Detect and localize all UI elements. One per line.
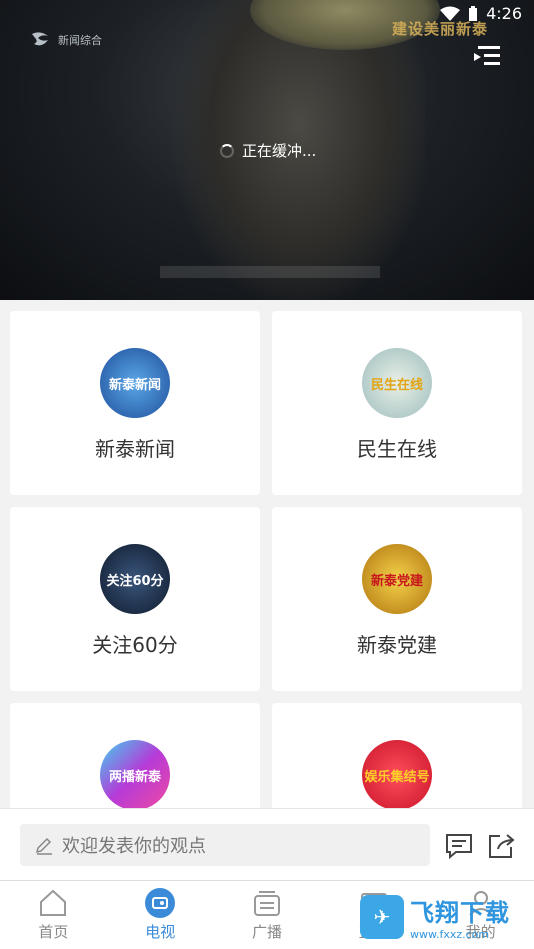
comment-icon[interactable] (444, 831, 474, 861)
channel-avatar: 两播新泰 (100, 740, 170, 808)
nav-label: 首页 (38, 923, 69, 941)
channel-card[interactable]: 娱乐集结号 (272, 703, 522, 808)
channel-card[interactable]: 民生在线 民生在线 (272, 311, 522, 495)
channel-avatar: 新泰党建 (362, 544, 432, 614)
watermark-logo-icon: ✈ (360, 895, 404, 939)
nav-tv[interactable]: 电视 (107, 881, 214, 949)
nav-home[interactable]: 首页 (0, 881, 107, 949)
channel-avatar: 民生在线 (362, 348, 432, 418)
watermark-text: 飞翔下载 www.fxxz.com (410, 899, 510, 941)
channel-avatar: 关注60分 (100, 544, 170, 614)
buffering-indicator: 正在缓冲... (220, 140, 316, 161)
channel-title: 新泰新闻 (95, 437, 175, 461)
pencil-icon (35, 837, 52, 855)
channel-card[interactable]: 关注60分 关注60分 (10, 507, 260, 691)
channel-logo: 新闻综合 (28, 28, 102, 52)
nav-radio[interactable]: 广播 (214, 881, 321, 949)
buffering-text: 正在缓冲... (242, 142, 317, 160)
radio-icon (253, 891, 280, 916)
channel-card[interactable]: 新泰党建 新泰党建 (272, 507, 522, 691)
nav-label: 广播 (251, 923, 282, 941)
channel-title: 民生在线 (357, 437, 437, 461)
home-icon (40, 889, 67, 916)
channel-grid: 新泰新闻 新泰新闻 民生在线 民生在线 关注60分 关注60分 新泰党建 新泰党… (10, 311, 524, 808)
comment-bar: 欢迎发表你的观点 (0, 808, 534, 880)
comment-input[interactable]: 欢迎发表你的观点 (20, 824, 430, 866)
status-time: 4:26 (486, 4, 522, 23)
watermark: ✈ 飞翔下载 www.fxxz.com (360, 888, 530, 946)
channel-title: 关注60分 (92, 633, 178, 657)
channel-title: 新泰党建 (357, 633, 437, 657)
tv-icon (145, 888, 176, 918)
channel-avatar: 新泰新闻 (100, 348, 170, 418)
video-player[interactable]: 4:26 新闻综合 建设美丽新泰 正在缓冲... (0, 0, 534, 300)
video-subtitle (160, 266, 380, 278)
channel-avatar: 娱乐集结号 (362, 740, 432, 808)
video-slogan: 建设美丽新泰 (392, 20, 489, 38)
channel-logo-icon (32, 32, 48, 46)
playlist-icon[interactable] (472, 44, 502, 68)
comment-placeholder: 欢迎发表你的观点 (62, 836, 206, 857)
channel-card[interactable]: 新泰新闻 新泰新闻 (10, 311, 260, 495)
channel-logo-text: 新闻综合 (58, 34, 102, 47)
nav-label: 电视 (145, 923, 176, 941)
channel-card[interactable]: 两播新泰 (10, 703, 260, 808)
share-icon[interactable] (486, 831, 516, 861)
loading-spinner-icon (220, 143, 234, 158)
